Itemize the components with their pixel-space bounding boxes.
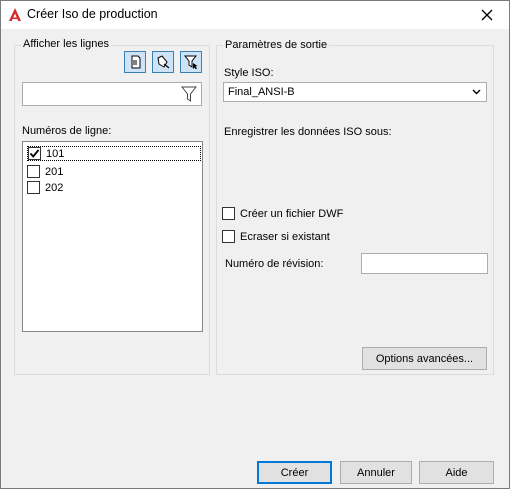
- overwrite-checkbox[interactable]: [222, 230, 235, 243]
- line-label-201: 201: [45, 165, 64, 178]
- revision-number-label: Numéro de révision:: [225, 258, 324, 270]
- cancel-button[interactable]: Annuler: [340, 461, 412, 484]
- output-settings-group-title: Paramètres de sortie: [223, 39, 330, 51]
- checkmark-icon: [29, 149, 40, 158]
- save-iso-data-label: Enregistrer les données ISO sous:: [224, 126, 392, 138]
- create-dwf-label: Créer un fichier DWF: [240, 207, 344, 220]
- help-button[interactable]: Aide: [419, 461, 494, 484]
- select-from-drawing-icon: [131, 55, 141, 69]
- line-label-202: 202: [45, 181, 64, 194]
- overwrite-option[interactable]: Ecraser si existant: [222, 230, 330, 243]
- create-dwf-option[interactable]: Créer un fichier DWF: [222, 207, 343, 220]
- select-from-model-icon: [157, 55, 170, 69]
- line-numbers-label: Numéros de ligne:: [22, 125, 112, 137]
- filter-select-icon: [184, 55, 198, 69]
- overwrite-label: Ecraser si existant: [240, 230, 330, 243]
- advanced-options-button[interactable]: Options avancées...: [362, 347, 487, 370]
- close-button[interactable]: [473, 4, 501, 26]
- line-checkbox-202[interactable]: [27, 181, 40, 194]
- close-icon: [481, 9, 493, 21]
- line-label-101: 101: [46, 147, 65, 160]
- line-filter-input[interactable]: [22, 82, 202, 106]
- list-item-101[interactable]: 101: [27, 146, 201, 161]
- window-title: Créer Iso de production: [27, 7, 158, 21]
- chevron-down-icon: [472, 89, 481, 95]
- line-checkbox-101[interactable]: [28, 147, 41, 160]
- title-bar[interactable]: Créer Iso de production: [1, 1, 509, 29]
- iso-style-dropdown[interactable]: Final_ANSI-B: [223, 82, 487, 102]
- dialog-window: Créer Iso de production Afficher les lig…: [0, 0, 510, 489]
- create-button[interactable]: Créer: [257, 461, 332, 484]
- show-lines-group-title: Afficher les lignes: [21, 38, 112, 50]
- filter-icon[interactable]: [181, 86, 197, 102]
- line-checkbox-201[interactable]: [27, 165, 40, 178]
- iso-style-label: Style ISO:: [224, 67, 274, 79]
- iso-style-value: Final_ANSI-B: [228, 86, 295, 98]
- list-item-202[interactable]: 202: [27, 180, 63, 195]
- list-item-201[interactable]: 201: [27, 164, 63, 179]
- select-from-drawing-button[interactable]: [124, 51, 146, 73]
- create-dwf-checkbox[interactable]: [222, 207, 235, 220]
- line-numbers-list[interactable]: 101 201 202: [22, 141, 203, 332]
- revision-number-input[interactable]: [361, 253, 488, 274]
- autocad-logo-icon: [9, 8, 21, 21]
- filter-select-button[interactable]: [180, 51, 202, 73]
- select-from-model-button[interactable]: [152, 51, 174, 73]
